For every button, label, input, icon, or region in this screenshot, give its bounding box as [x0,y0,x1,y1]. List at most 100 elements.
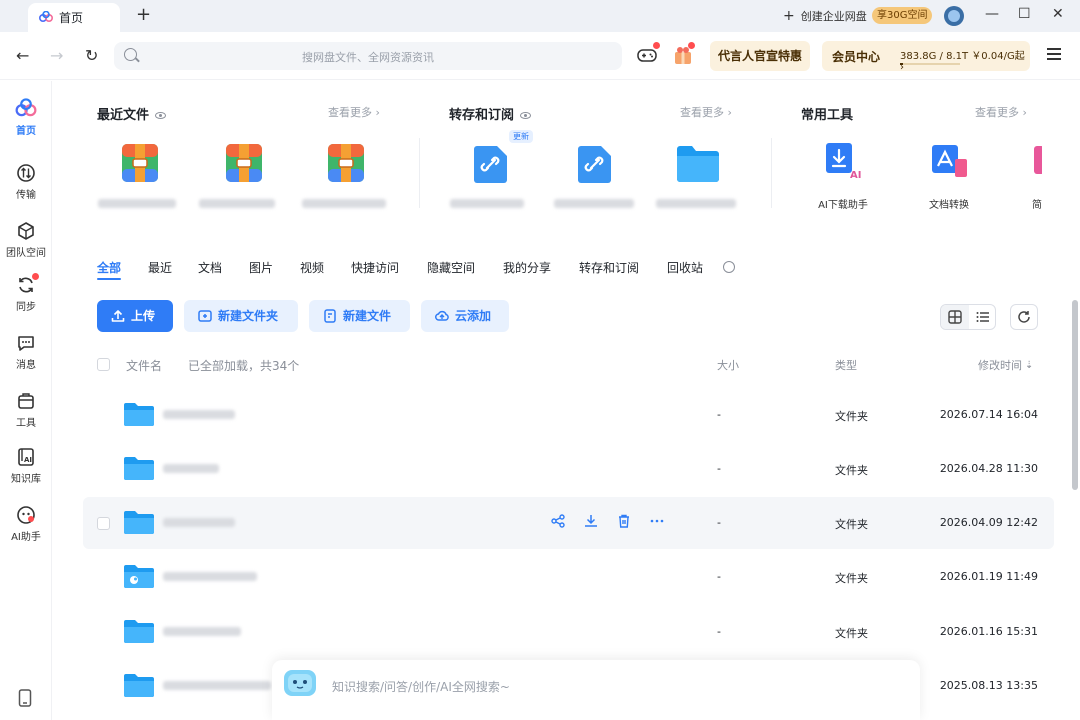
ai-mascot-icon [284,670,316,696]
share-icon[interactable] [550,513,566,529]
divider [771,138,772,208]
more-icon[interactable] [649,513,665,529]
upload-button[interactable]: 上传 [97,300,173,332]
folder-icon[interactable] [675,143,721,183]
create-enterprise-button[interactable]: + 创建企业网盘 [783,8,867,24]
ai-assistant-icon [17,506,35,524]
maximize-button[interactable]: ☐ [1018,6,1031,22]
file-name-blurred [450,199,524,208]
eye-icon[interactable] [520,112,532,119]
select-all-checkbox[interactable] [97,358,110,371]
sidebar-item-transfer[interactable]: 传输 [0,163,52,201]
table-row[interactable]: - 文件夹 2026.07.14 16:04 [83,389,1054,441]
storage-progress-bar [900,63,960,65]
tab-images[interactable]: 图片 [249,259,273,276]
folder-icon [124,457,154,480]
back-button[interactable]: ← [16,46,29,65]
tab-quick-access[interactable]: 快捷访问 [351,259,399,276]
tab-hidden-space[interactable]: 隐藏空间 [427,259,475,276]
doc-convert-icon[interactable] [928,140,970,182]
ai-search-bar[interactable]: 知识搜索/问答/创作/AI全网搜索~ [272,660,920,720]
transfer-icon [17,164,35,182]
table-row[interactable]: - 文件夹 2026.04.28 11:30 [83,443,1054,495]
nav-bar: ← → ↻ 搜网盘文件、全网资源资讯 代言人官宣特惠 会员中心 383.8G /… [0,32,1080,80]
tools-see-more-link[interactable]: 查看更多 › [975,104,1027,120]
cloud-add-icon [435,310,449,321]
tab-recent[interactable]: 最近 [148,259,172,276]
download-icon[interactable] [583,513,599,529]
sidebar-item-home[interactable]: 首页 [0,97,52,137]
scrollbar[interactable] [1072,300,1078,490]
tab-label: 首页 [59,11,84,25]
member-center-button[interactable]: 会员中心 383.8G / 8.1T ￥0.04/G起 › [822,41,1030,73]
list-view-icon[interactable] [976,310,990,324]
trash-icon[interactable] [616,513,632,529]
tab-home[interactable]: 首页 [28,3,120,32]
eye-icon[interactable] [155,112,167,119]
phone-icon[interactable] [18,689,32,707]
tool-icon-partial[interactable] [1032,140,1042,182]
user-avatar[interactable] [944,6,964,26]
promo-button[interactable]: 代言人官宣特惠 [710,41,810,71]
archive-file-icon[interactable] [120,142,160,184]
table-row[interactable]: - 文件夹 2026.01.19 11:49 [83,551,1054,603]
ai-download-icon[interactable]: AI [822,140,864,182]
column-header-size[interactable]: 大小 [717,357,739,373]
file-name-blurred [199,199,275,208]
archive-file-icon[interactable] [224,142,264,184]
menu-icon[interactable] [1047,48,1061,60]
tools-icon [18,393,34,409]
folder-icon [124,674,154,697]
sidebar-item-knowledge-base[interactable]: AI 知识库 [0,447,52,485]
sidebar-item-label: 工具 [16,418,36,429]
tab-all[interactable]: 全部 [97,259,122,280]
recent-see-more-link[interactable]: 查看更多 › [328,104,380,120]
new-tab-button[interactable]: + [136,4,151,26]
search-bar[interactable]: 搜网盘文件、全网资源资讯 [114,42,622,70]
file-modified: 2026.01.19 11:49 [939,570,1038,583]
sidebar-item-sync[interactable]: 同步 [0,273,52,313]
refresh-button[interactable]: ↻ [85,46,98,65]
file-name-blurred [163,464,219,473]
column-header-modified[interactable]: 修改时间 [978,357,1022,373]
file-size: - [717,625,721,638]
sidebar: 首页 传输 团队空间 同步 消息 工具 AI 知识库 AI助手 [0,81,52,720]
column-header-type[interactable]: 类型 [835,357,857,373]
grid-view-button[interactable] [941,305,969,329]
sidebar-item-team-space[interactable]: 团队空间 [0,221,52,259]
refresh-list-button[interactable] [1010,304,1038,330]
sidebar-item-tools[interactable]: 工具 [0,391,52,429]
file-type: 文件夹 [835,464,868,477]
tab-my-shares[interactable]: 我的分享 [503,259,551,276]
view-toggle [940,304,996,330]
link-file-icon[interactable] [473,142,511,184]
new-file-button[interactable]: 新建文件 [309,300,410,332]
tab-documents[interactable]: 文档 [198,259,222,276]
refresh-icon [1018,311,1030,323]
transfer-see-more-link[interactable]: 查看更多 › [680,104,732,120]
minimize-button[interactable]: — [985,6,999,22]
table-row[interactable]: - 文件夹 2026.04.09 12:42 [83,497,1054,549]
archive-file-icon[interactable] [326,142,366,184]
sidebar-item-label: 团队空间 [6,248,46,259]
sidebar-item-messages[interactable]: 消息 [0,333,52,371]
special-folder-icon [124,565,154,588]
close-button[interactable]: ✕ [1052,6,1064,22]
settings-icon[interactable] [723,261,735,273]
plus-icon: + [783,8,795,24]
file-type: 文件夹 [835,410,868,423]
storage-quota-text: 383.8G / 8.1T [900,51,969,62]
sort-desc-icon[interactable]: ⇣ [1025,360,1033,371]
sidebar-item-label: 知识库 [11,474,41,485]
column-header-name[interactable]: 文件名 [126,357,162,374]
new-folder-button[interactable]: 新建文件夹 [184,300,298,332]
tab-transfer-subscribe[interactable]: 转存和订阅 [579,259,639,276]
cloud-add-button[interactable]: 云添加 [421,300,509,332]
table-row[interactable]: - 文件夹 2026.01.16 15:31 [83,606,1054,658]
tab-recycle-bin[interactable]: 回收站 [667,259,703,276]
link-file-icon[interactable] [577,142,615,184]
tab-videos[interactable]: 视频 [300,259,324,276]
forward-button[interactable]: → [50,46,63,65]
sidebar-item-ai-assistant[interactable]: AI助手 [0,505,52,543]
row-checkbox[interactable] [97,517,110,530]
